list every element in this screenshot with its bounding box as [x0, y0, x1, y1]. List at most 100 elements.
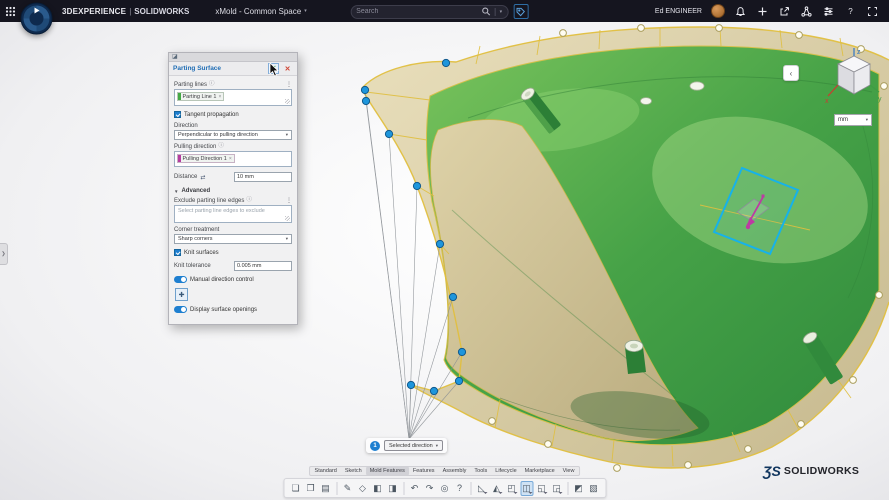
collapse-view-button[interactable]: ‹ — [783, 65, 799, 81]
top-bar: 3DEXPERIENCE | SOLIDWORKS xMold - Common… — [0, 0, 889, 22]
panel-expander[interactable]: ❯ — [0, 243, 8, 265]
extrude-icon[interactable]: ◧ — [371, 481, 384, 496]
app-context-menu[interactable]: xMold - Common Space ▾ — [215, 7, 306, 16]
core-cavity-icon[interactable]: ◲ — [550, 481, 563, 496]
help-icon[interactable]: ? — [844, 5, 857, 18]
info-icon[interactable]: ⓘ — [218, 144, 224, 150]
tab-assembly[interactable]: Assembly — [439, 467, 471, 475]
tab-tools[interactable]: Tools — [470, 467, 491, 475]
display-style-icon[interactable]: ▧ — [587, 481, 600, 496]
mouse-cursor — [269, 62, 280, 82]
checkbox-checked-icon — [174, 111, 181, 118]
brand-secondary: SOLIDWORKS — [134, 7, 189, 16]
corner-treatment-value: Sharp corners — [178, 236, 213, 242]
chip-label: Pulling Direction 1 — [183, 156, 227, 162]
model-viewport[interactable] — [0, 0, 889, 500]
pulling-direction-chip[interactable]: Pulling Direction 1 × — [177, 154, 235, 163]
chip-remove-icon[interactable]: × — [229, 156, 232, 162]
tab-standard[interactable]: Standard — [311, 467, 341, 475]
fullscreen-icon[interactable] — [866, 5, 879, 18]
paste-icon[interactable]: ❏ — [289, 481, 302, 496]
knit-surfaces-checkbox[interactable]: Knit surfaces — [174, 249, 292, 256]
plane-icon[interactable]: ◇ — [356, 481, 369, 496]
tag-button[interactable] — [513, 4, 528, 19]
shut-off-surface-icon[interactable]: ◰ — [505, 481, 518, 496]
tab-marketplace[interactable]: Marketplace — [521, 467, 559, 475]
knit-tolerance-input[interactable] — [234, 261, 292, 271]
tag-icon — [516, 7, 526, 17]
units-value: mm — [838, 117, 848, 123]
manual-direction-toggle[interactable] — [174, 276, 187, 283]
parting-line-icon[interactable]: ◺ — [475, 481, 488, 496]
info-icon[interactable]: ⓘ — [209, 82, 215, 88]
parting-line-chip[interactable]: Parting Line 1 × — [177, 92, 224, 101]
parting-lines-label: Parting lines — [174, 82, 207, 88]
undo-icon[interactable]: ↶ — [408, 481, 421, 496]
draft-analysis-icon[interactable]: ◭ — [490, 481, 503, 496]
search-input[interactable] — [356, 8, 477, 15]
tooling-split-icon[interactable]: ◱ — [535, 481, 548, 496]
apps-launcher-icon[interactable] — [0, 0, 20, 22]
collaboration-icon[interactable] — [800, 5, 813, 18]
bottom-toolbar: ❏❐▤ ✎◇◧◨ ↶↷◎? ◺◭◰◫◱◲ ◩▧ — [283, 478, 606, 498]
view-orientation-cube[interactable]: x y z — [822, 46, 884, 115]
checkbox-checked-icon — [174, 249, 181, 256]
exclude-edges-input[interactable]: Select parting line edges to exclude — [174, 205, 292, 223]
section-caret-icon: ▼ — [174, 189, 178, 194]
document-properties-icon[interactable]: ▤ — [319, 481, 332, 496]
3dexperience-compass-icon[interactable] — [20, 2, 53, 40]
direction-label: Direction — [174, 123, 198, 129]
section-view-icon[interactable]: ◩ — [572, 481, 585, 496]
tab-sketch[interactable]: Sketch — [341, 467, 366, 475]
advanced-section-toggle[interactable]: ▼ Advanced — [174, 188, 292, 194]
chevron-left-icon: ‹ — [790, 69, 793, 78]
chevron-down-icon: ▾ — [286, 132, 288, 138]
distance-label: Distance — [174, 174, 197, 180]
brand: 3DEXPERIENCE | SOLIDWORKS — [62, 7, 189, 16]
share-icon[interactable] — [778, 5, 791, 18]
reverse-direction-icon[interactable]: ⇄ — [200, 174, 205, 181]
user-name[interactable]: Ed ENGINEER — [655, 8, 702, 15]
parting-surface-icon[interactable]: ◫ — [520, 481, 533, 496]
chip-remove-icon[interactable]: × — [218, 94, 221, 100]
selected-direction-widget: 1 Selected direction ▾ — [366, 438, 447, 453]
user-avatar[interactable] — [711, 4, 725, 18]
app-context-label: xMold - Common Space — [215, 7, 301, 16]
mouse-gesture-icon[interactable]: ◎ — [438, 481, 451, 496]
cancel-button[interactable]: ✕ — [282, 63, 293, 74]
search-options-caret-icon[interactable]: ▾ — [500, 9, 503, 15]
selection-count-badge: 1 — [370, 441, 380, 451]
tab-lifecycle[interactable]: Lifecycle — [491, 467, 520, 475]
info-icon[interactable]: ⓘ — [246, 198, 252, 204]
tab-mold-features[interactable]: Mold Features — [366, 467, 409, 475]
copy-icon[interactable]: ❐ — [304, 481, 317, 496]
corner-treatment-select[interactable]: Sharp corners ▾ — [174, 234, 292, 244]
direction-manipulator-button[interactable]: ✚ — [175, 288, 188, 301]
panel-tab-strip[interactable]: ◪ — [169, 53, 297, 62]
add-icon[interactable] — [756, 5, 769, 18]
sketch-icon[interactable]: ✎ — [341, 481, 354, 496]
display-openings-toggle[interactable] — [174, 306, 187, 313]
pulling-direction-label: Pulling direction — [174, 144, 216, 150]
redo-icon[interactable]: ↷ — [423, 481, 436, 496]
distance-input[interactable] — [234, 172, 292, 182]
cut-icon[interactable]: ◨ — [386, 481, 399, 496]
tab-features[interactable]: Features — [409, 467, 439, 475]
tab-view[interactable]: View — [559, 467, 579, 475]
manual-direction-row: Manual direction control — [174, 276, 292, 283]
help-icon[interactable]: ? — [453, 481, 466, 496]
search-icon[interactable] — [482, 3, 491, 21]
tangent-propagation-checkbox[interactable]: Tangent propagation — [174, 111, 292, 118]
selected-direction-dropdown[interactable]: Selected direction ▾ — [384, 440, 443, 451]
more-options-icon[interactable]: ⋮ — [286, 82, 292, 88]
surface-tab-icon: ◪ — [172, 54, 178, 60]
pulling-direction-input[interactable]: Pulling Direction 1 × — [174, 151, 292, 167]
doc-tab-bar: StandardSketchMold FeaturesFeaturesAssem… — [309, 466, 581, 476]
search-bar[interactable]: ▾ — [350, 5, 508, 19]
notifications-bell-icon[interactable] — [734, 5, 747, 18]
units-dropdown[interactable]: mm ▾ — [834, 114, 872, 126]
direction-select[interactable]: Perpendicular to pulling direction ▾ — [174, 130, 292, 140]
parting-lines-input[interactable]: Parting Line 1 × — [174, 89, 292, 106]
task-list-icon[interactable] — [822, 5, 835, 18]
more-options-icon[interactable]: ⋮ — [286, 198, 292, 204]
